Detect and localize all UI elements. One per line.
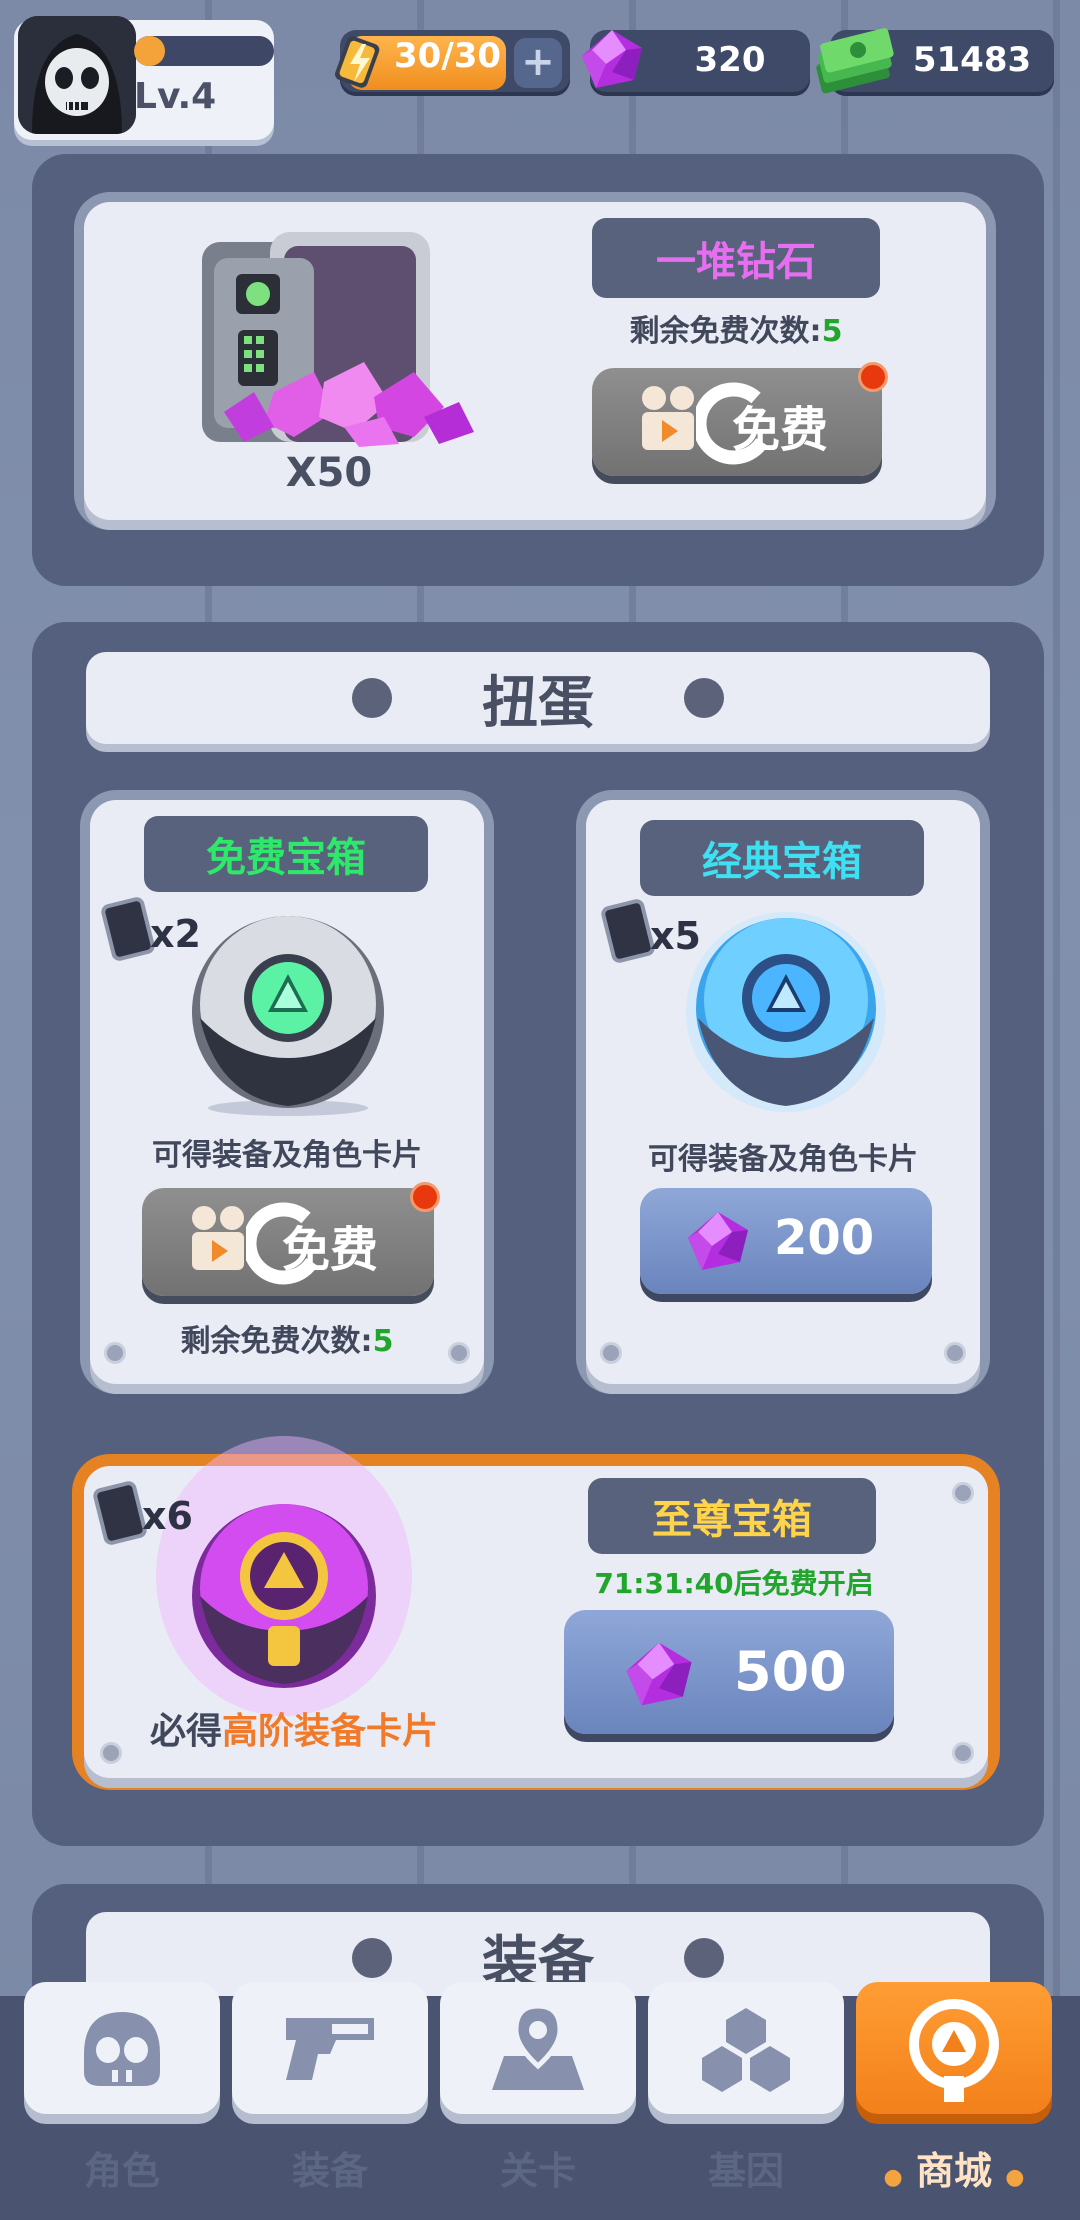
diamond-amount: X50 <box>285 450 373 496</box>
supreme-box-card: x6 必得高阶装备卡片 至尊宝箱 71:31:40后免费开启 500 <box>84 1436 988 1778</box>
nav-tab-character[interactable] <box>24 1982 220 2114</box>
xp-bar-fill <box>134 36 165 66</box>
rivet <box>944 1342 966 1364</box>
nav-tab-stages[interactable] <box>440 1982 636 2114</box>
header-dot-right <box>684 1938 724 1978</box>
reaper-avatar-icon <box>18 16 136 134</box>
supreme-box-buy-button[interactable]: 500 <box>564 1610 894 1734</box>
classic-box-card: 经典宝箱 x5 可得装备及角色卡片 200 <box>586 800 980 1384</box>
diamond-vault-icon <box>202 232 474 447</box>
diamond-free-button[interactable]: 免费 <box>592 362 888 476</box>
classic-box-desc: 可得装备及角色卡片 <box>648 1142 918 1177</box>
diamond-remaining-label: 剩余免费次数: <box>629 314 822 349</box>
add-energy-button[interactable]: + <box>514 38 562 88</box>
free-box-free-button[interactable]: 免费 <box>142 1182 440 1296</box>
supreme-box-desc: 必得高阶装备卡片 <box>104 1702 484 1754</box>
rivet <box>104 1342 126 1364</box>
nav-label-shop: ● 商城 ● <box>856 2140 1052 2195</box>
free-box-card: 免费宝箱 x2 可得装备及角色卡片 免费 剩余免费次数:5 <box>90 800 484 1384</box>
diamond-remaining-count: 5 <box>821 314 843 349</box>
top-bar: Lv.4 30/30 + 320 51483 <box>0 0 1080 140</box>
gacha-section-title: 扭蛋 <box>482 670 594 736</box>
header-dot-left <box>352 678 392 718</box>
nav-label-stages: 关卡 <box>499 2149 576 2193</box>
gun-icon <box>286 2018 374 2080</box>
free-box-remaining-count: 5 <box>372 1324 394 1359</box>
gem-icon <box>626 1642 692 1706</box>
cash-value: 51483 <box>912 40 1032 80</box>
gem-icon <box>582 30 642 88</box>
rivet <box>952 1742 974 1764</box>
supreme-box-timer: 71:31:40后免费开启 <box>594 1567 874 1600</box>
nav-label-shop-text: 商城 <box>915 2149 992 2193</box>
nav-label-character: 角色 <box>83 2149 160 2193</box>
card-icon <box>599 897 657 965</box>
gems-value: 320 <box>694 40 766 80</box>
free-box-orb-icon <box>192 916 384 1116</box>
notification-dot <box>858 362 888 392</box>
free-box-remaining: 剩余免费次数:5 <box>90 1316 484 1360</box>
dot-icon: ● <box>883 2165 903 2190</box>
nav-label-equipment: 装备 <box>291 2149 368 2193</box>
supreme-box-desc-highlight: 高阶装备卡片 <box>222 1711 439 1752</box>
header-dot-right <box>684 678 724 718</box>
battery-icon <box>335 36 380 88</box>
cash-stack-icon <box>816 28 894 94</box>
energy-value: 30/30 <box>394 36 502 76</box>
supreme-box-orb-icon <box>156 1436 412 1716</box>
supreme-box-card-count: x6 <box>142 1494 193 1538</box>
diamond-free-label: 免费 <box>732 402 829 458</box>
supreme-box-title: 至尊宝箱 <box>588 1478 876 1554</box>
player-level: Lv.4 <box>134 76 217 117</box>
map-pin-icon <box>492 2003 584 2090</box>
free-box-remaining-label: 剩余免费次数: <box>180 1324 373 1359</box>
card-icon <box>99 895 157 963</box>
rivet <box>448 1342 470 1364</box>
skull-icon <box>84 2012 160 2086</box>
xp-bar <box>134 36 274 66</box>
player-info[interactable]: Lv.4 <box>14 16 274 140</box>
rivet <box>952 1482 974 1504</box>
diamond-remaining: 剩余免费次数:5 <box>554 306 918 350</box>
classic-box-buy-button[interactable]: 200 <box>640 1188 932 1294</box>
diamond-offer-card: X50 一堆钻石 剩余免费次数:5 免费 <box>84 202 986 520</box>
rivet <box>600 1342 622 1364</box>
avatar[interactable] <box>18 16 136 134</box>
card-icon <box>91 1479 149 1547</box>
rivet <box>100 1742 122 1764</box>
classic-box-title: 经典宝箱 <box>640 820 924 896</box>
nav-tab-equipment[interactable] <box>232 1982 428 2114</box>
notification-dot <box>410 1182 440 1212</box>
gacha-section-header: 扭蛋 <box>86 652 990 744</box>
nav-tab-genes[interactable] <box>648 1982 844 2114</box>
classic-box-orb-icon <box>686 912 886 1112</box>
diamond-offer-title: 一堆钻石 <box>592 218 880 298</box>
dot-icon: ● <box>1005 2165 1025 2190</box>
free-box-desc: 可得装备及角色卡片 <box>152 1138 422 1173</box>
free-box-free-label: 免费 <box>282 1222 379 1278</box>
header-dot-left <box>352 1938 392 1978</box>
nav-tab-shop[interactable] <box>856 1982 1052 2114</box>
classic-box-price: 200 <box>774 1210 875 1266</box>
free-box-title: 免费宝箱 <box>144 816 428 892</box>
hexagons-icon <box>702 2008 790 2092</box>
gem-icon <box>688 1212 748 1270</box>
nav-label-genes: 基因 <box>707 2149 784 2193</box>
supreme-box-desc-prefix: 必得 <box>149 1711 222 1752</box>
shop-icon <box>909 1999 999 2102</box>
supreme-box-price: 500 <box>734 1640 847 1703</box>
